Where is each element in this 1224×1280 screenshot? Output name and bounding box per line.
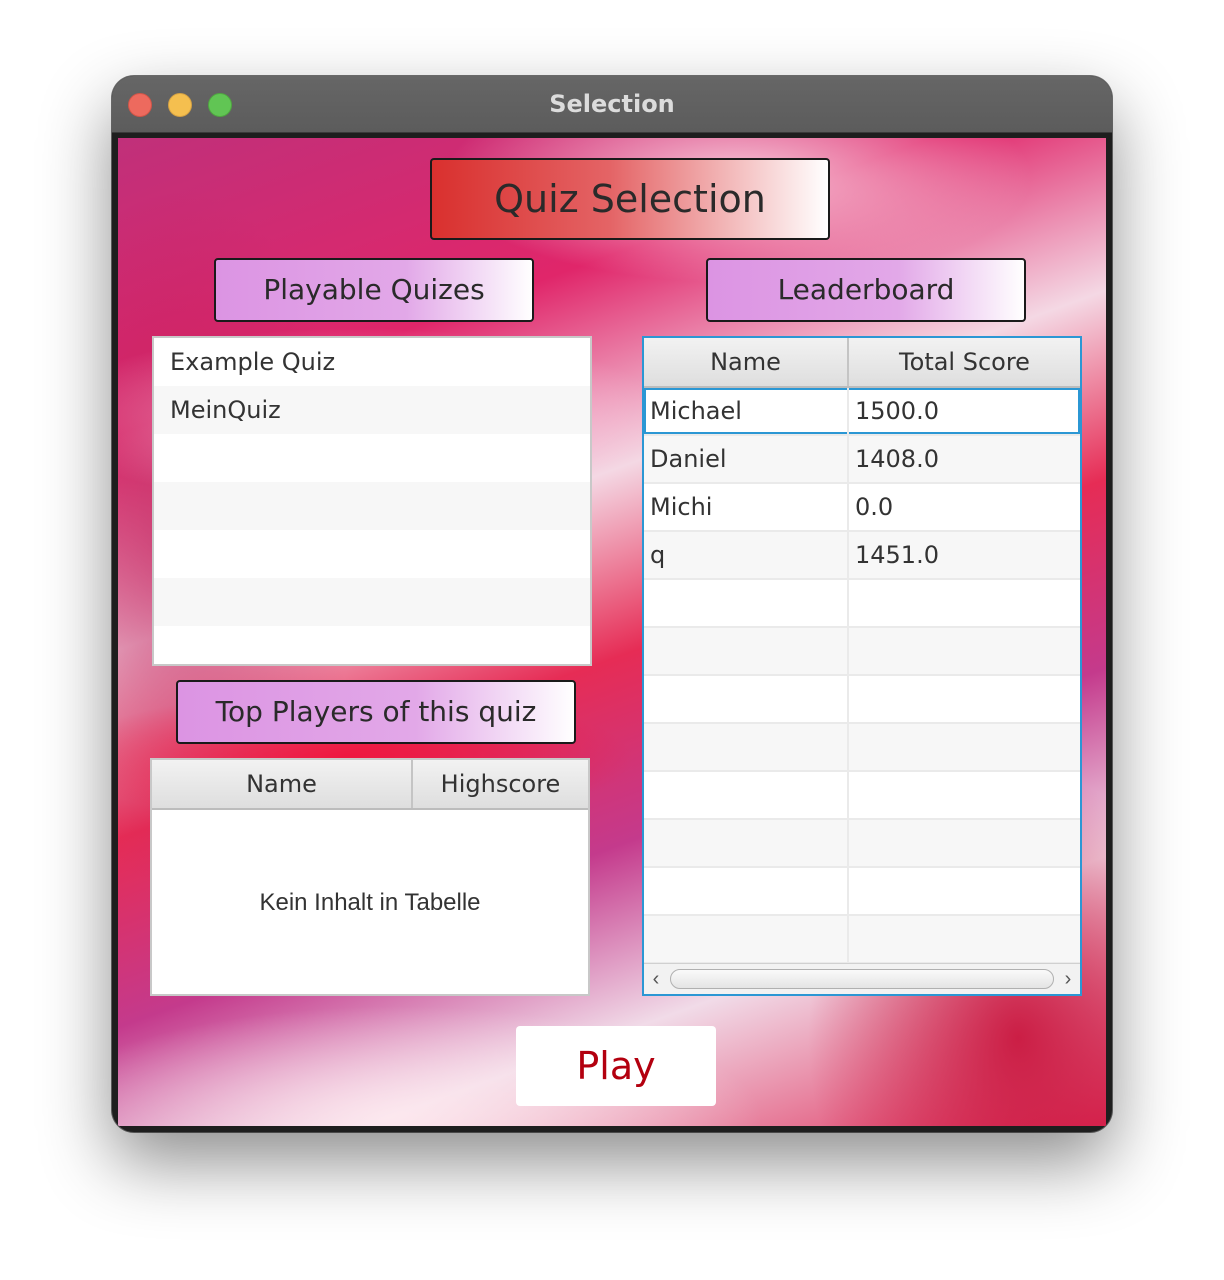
list-empty-row [154, 626, 590, 664]
title-bar[interactable]: Selection [112, 76, 1112, 133]
list-empty-row [154, 578, 590, 626]
top-players-table[interactable]: Name Highscore Kein Inhalt in Tabelle [150, 758, 590, 996]
quiz-list[interactable]: Example Quiz MeinQuiz [152, 336, 592, 666]
cell-total-score[interactable]: 1408.0 [848, 435, 1080, 484]
cell-name[interactable]: Daniel [644, 435, 849, 484]
list-empty-row [154, 482, 590, 530]
list-item[interactable]: MeinQuiz [154, 386, 590, 434]
cell-total-score[interactable]: 1451.0 [848, 531, 1080, 580]
table-empty-row [644, 771, 1080, 820]
list-empty-row [154, 434, 590, 482]
leaderboard-table[interactable]: Name Total Score Michael 1500.0 Daniel 1… [642, 336, 1082, 996]
empty-table-placeholder: Kein Inhalt in Tabelle [259, 889, 481, 916]
table-header-row: Name Highscore [152, 760, 588, 810]
column-header-highscore[interactable]: Highscore [412, 760, 588, 810]
table-row-selected[interactable]: Michael 1500.0 [644, 387, 1080, 436]
cell-total-score[interactable]: 0.0 [848, 483, 1080, 532]
selection-window: Selection Quiz Selection Playable Quizes… [112, 76, 1112, 1132]
list-empty-row [154, 530, 590, 578]
table-empty-row [644, 915, 1080, 964]
list-item[interactable]: Example Quiz [154, 338, 590, 386]
table-empty-row [644, 675, 1080, 724]
cell-name[interactable]: Michi [644, 483, 849, 532]
table-empty-row [644, 627, 1080, 676]
column-header-total-score[interactable]: Total Score [848, 338, 1080, 388]
table-empty-row [644, 723, 1080, 772]
horizontal-scrollbar[interactable]: ‹ › [644, 963, 1080, 994]
play-button[interactable]: Play [516, 1026, 716, 1106]
table-row[interactable]: Daniel 1408.0 [644, 435, 1080, 484]
cell-total-score[interactable]: 1500.0 [848, 387, 1080, 436]
cell-name[interactable]: Michael [644, 387, 849, 436]
playable-quizes-heading: Playable Quizes [214, 258, 534, 322]
cell-name[interactable]: q [644, 531, 849, 580]
table-row[interactable]: Michi 0.0 [644, 483, 1080, 532]
column-header-name[interactable]: Name [644, 338, 849, 388]
table-header-row: Name Total Score [644, 338, 1080, 388]
chevron-left-icon[interactable]: ‹ [644, 964, 668, 994]
chevron-right-icon[interactable]: › [1056, 964, 1080, 994]
table-empty-row [644, 579, 1080, 628]
table-row[interactable]: q 1451.0 [644, 531, 1080, 580]
table-empty-row [644, 819, 1080, 868]
leaderboard-heading: Leaderboard [706, 258, 1026, 322]
table-empty-row [644, 867, 1080, 916]
window-title: Selection [549, 90, 675, 118]
column-header-name[interactable]: Name [152, 760, 413, 810]
quiz-selection-heading: Quiz Selection [430, 158, 830, 240]
scrollbar-thumb[interactable] [670, 969, 1054, 989]
content-area: Quiz Selection Playable Quizes Leaderboa… [118, 138, 1106, 1126]
top-players-heading: Top Players of this quiz [176, 680, 576, 744]
